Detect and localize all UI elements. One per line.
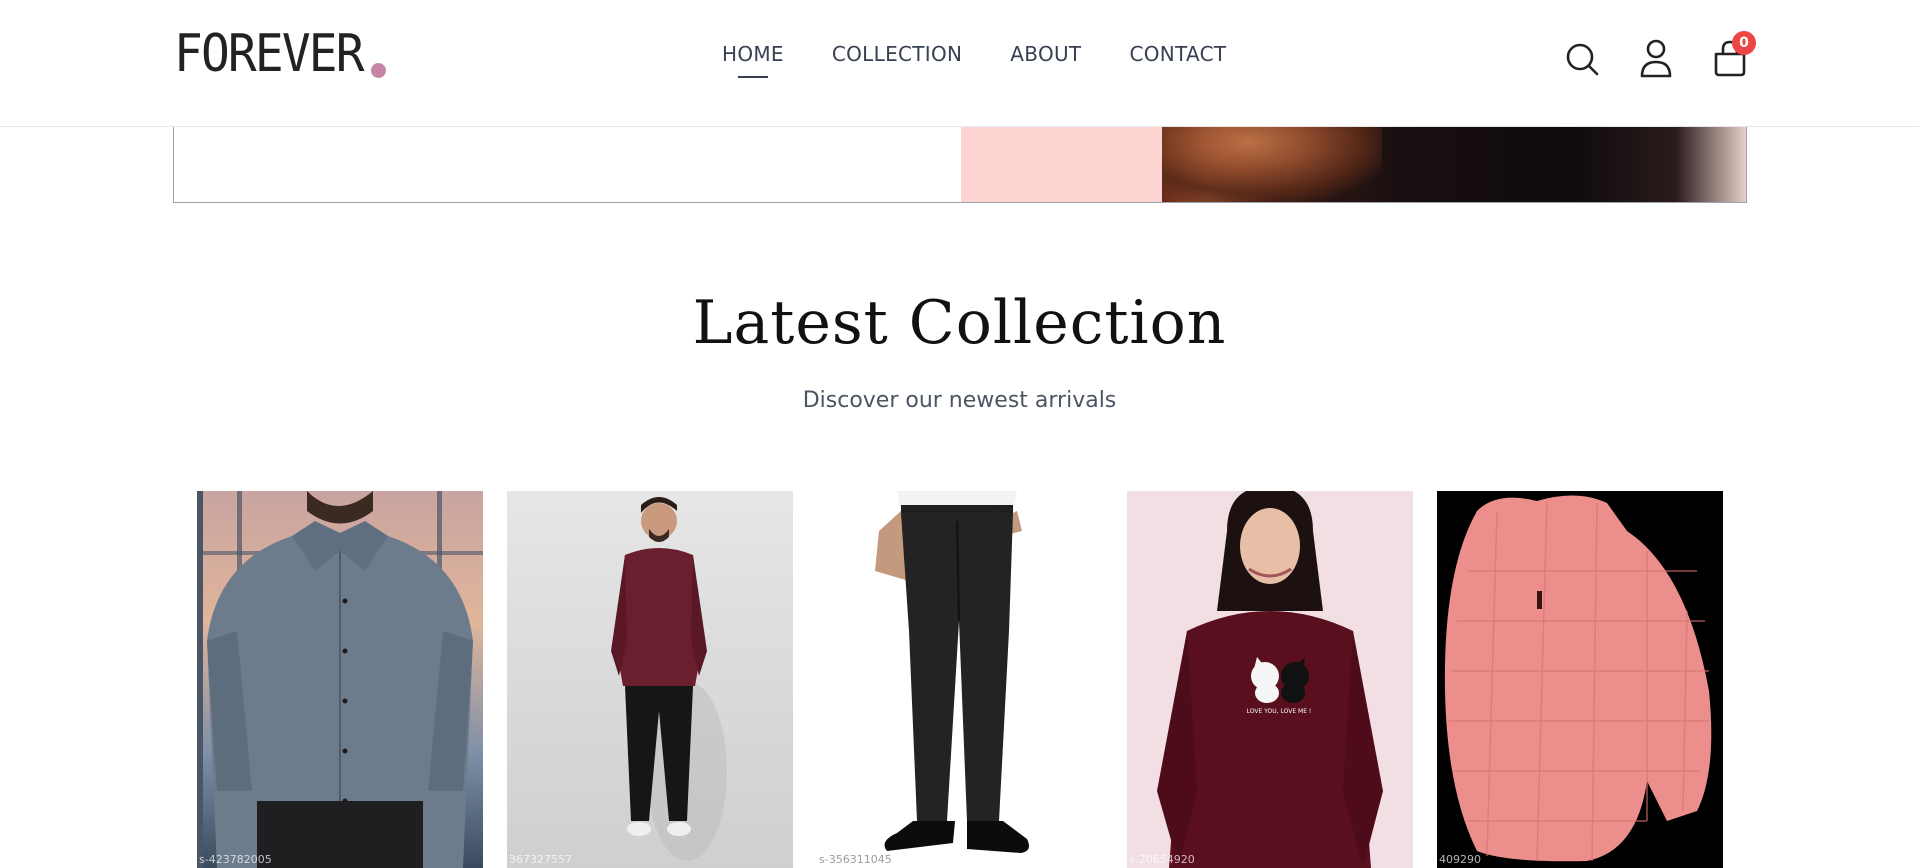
nav-contact-label: CONTACT [1129, 42, 1227, 66]
header-actions: 0 [1564, 31, 1756, 78]
svg-text:LOVE YOU, LOVE ME !: LOVE YOU, LOVE ME ! [1247, 708, 1312, 715]
product-card[interactable]: LOVE YOU, LOVE ME ! s-20654920 [1127, 491, 1413, 868]
nav-home-label: HOME [722, 42, 784, 66]
main-nav: HOME COLLECTION ABOUT CONTACT [722, 42, 1226, 78]
product-card[interactable]: 409290 [1437, 491, 1723, 868]
nav-about-label: ABOUT [1010, 42, 1082, 66]
product-card[interactable]: s-423782005 [197, 491, 483, 868]
product-watermark: 409290 [1439, 853, 1481, 866]
product-image-grey-shirt [197, 491, 483, 868]
nav-collection-label: COLLECTION [831, 42, 963, 66]
search-icon[interactable] [1564, 38, 1600, 78]
hero-model-hair [1162, 127, 1382, 202]
hero-text-panel [174, 127, 961, 202]
nav-home[interactable]: HOME [722, 42, 784, 78]
nav-about[interactable]: ABOUT [1010, 42, 1081, 66]
product-card[interactable]: s-356311045 [817, 491, 1103, 868]
product-image-maroon-tee [507, 491, 793, 868]
product-card[interactable]: 367327557 [507, 491, 793, 868]
product-watermark: s-356311045 [819, 853, 892, 866]
product-image-pink-hoodie [1437, 491, 1723, 868]
product-watermark: s-423782005 [199, 853, 272, 866]
cart-icon[interactable]: 0 [1712, 31, 1756, 78]
nav-collection[interactable]: COLLECTION [832, 42, 962, 66]
product-image-maroon-sweatshirt: LOVE YOU, LOVE ME ! [1127, 491, 1413, 868]
nav-contact[interactable]: CONTACT [1129, 42, 1226, 66]
section-title: Latest Collection [692, 288, 1227, 358]
user-icon[interactable] [1638, 38, 1674, 78]
nav-active-indicator [737, 76, 768, 78]
section-header: Latest Collection [0, 288, 1919, 358]
product-image-black-trousers [817, 491, 1103, 868]
product-watermark: 367327557 [509, 853, 572, 866]
cart-count-badge: 0 [1732, 31, 1756, 55]
product-grid: s-423782005 367327557 s-356311045 LOVE Y… [197, 491, 1723, 868]
logo-text: FOREVER [174, 24, 365, 84]
product-watermark: s-20654920 [1129, 853, 1195, 866]
section-subtitle: Discover our newest arrivals [802, 388, 1117, 413]
logo[interactable]: FOREVER [174, 24, 387, 84]
logo-dot [371, 63, 387, 78]
site-header: FOREVER HOME COLLECTION ABOUT CONTACT 0 [0, 0, 1919, 127]
